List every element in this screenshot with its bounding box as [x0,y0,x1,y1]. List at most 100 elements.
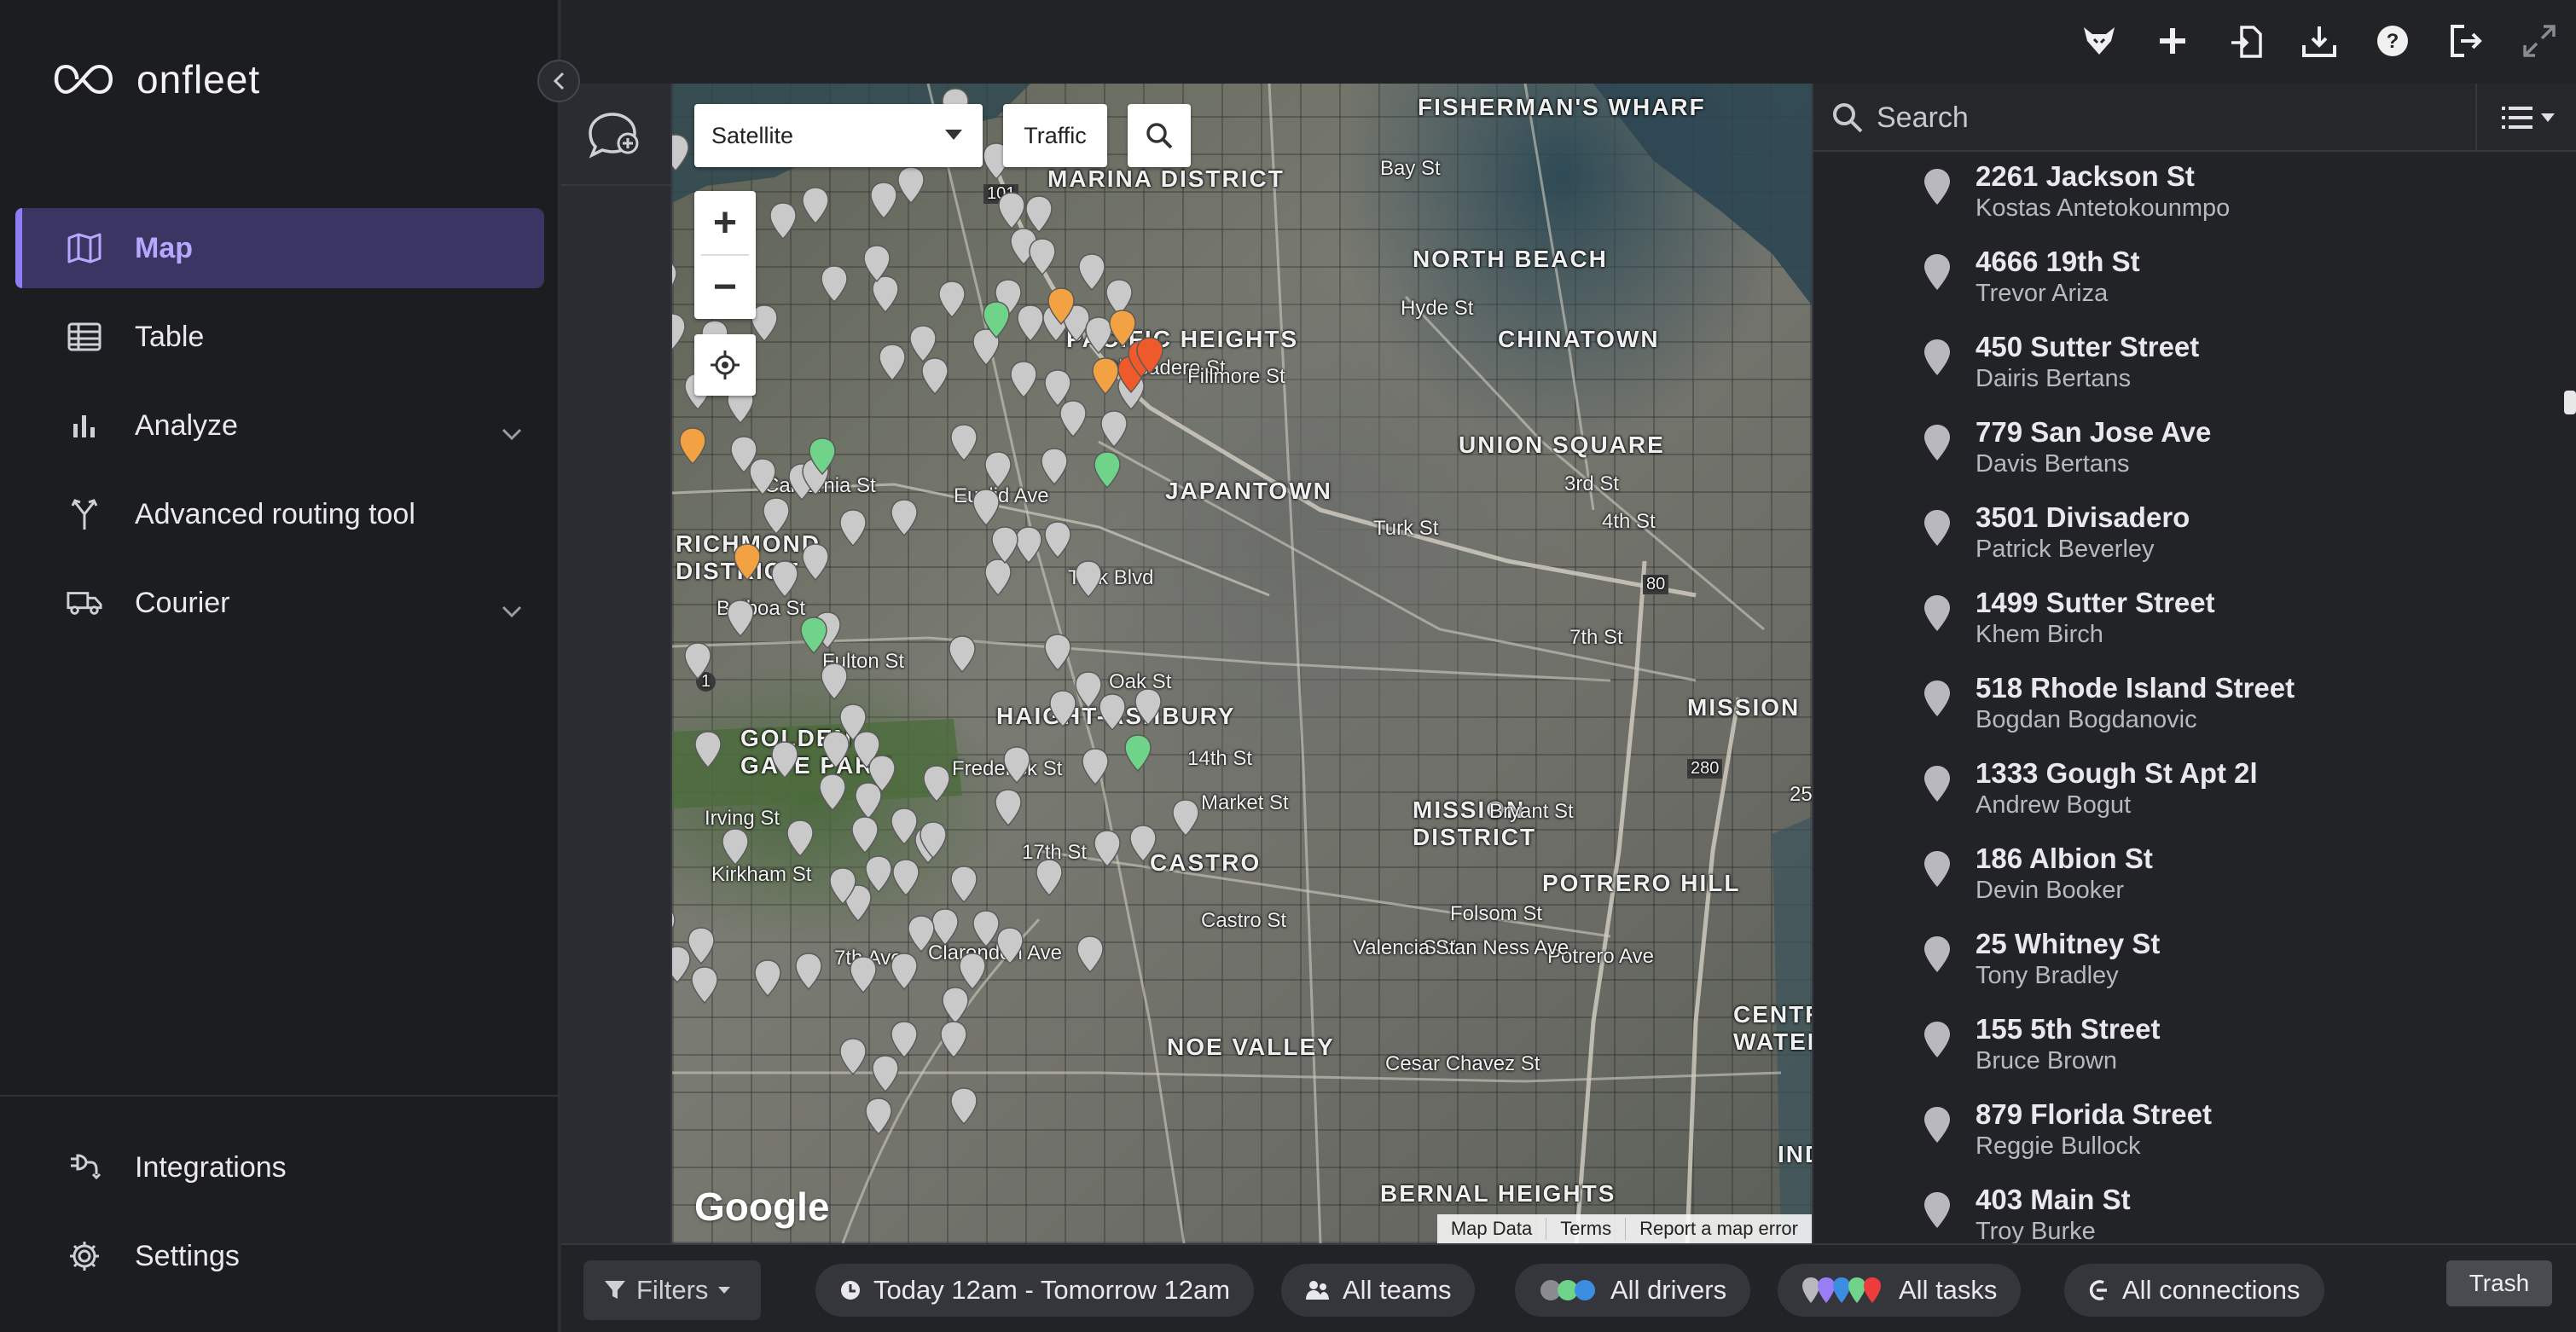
sidebar-collapse-button[interactable] [537,60,580,102]
map-task-pin[interactable] [754,959,781,998]
map-task-pin[interactable] [1044,521,1071,559]
map-task-pin[interactable] [850,956,877,994]
map-task-pin[interactable] [872,1055,899,1093]
map-task-pin[interactable] [749,458,776,496]
map-task-pin[interactable] [1044,634,1071,672]
my-location-button[interactable] [694,334,756,396]
map-task-pin[interactable] [1041,448,1068,486]
list-item[interactable]: 450 Sutter Street Dairis Bertans [1924,324,2521,409]
map-task-pin[interactable] [851,816,879,854]
list-item[interactable]: 1499 Sutter Street Khem Birch [1924,580,2521,665]
map-task-pin[interactable] [1017,304,1044,343]
map-task-pin[interactable] [727,599,754,638]
map-task-pin[interactable] [802,543,829,582]
map-task-pin[interactable] [1092,357,1119,396]
map-task-pin[interactable] [672,946,691,984]
map-task-pin[interactable] [722,828,749,866]
brand-logo[interactable]: onfleet [48,56,260,102]
map-task-pin[interactable] [865,1097,892,1136]
search-input[interactable] [1877,94,2457,142]
map-task-pin[interactable] [688,927,715,965]
map-task-pin[interactable] [921,357,949,396]
map-task-pin[interactable] [940,1021,967,1059]
map-task-pin[interactable] [694,731,722,769]
filters-button[interactable]: Filters [583,1260,761,1320]
map-task-pin[interactable] [972,910,1000,948]
map-task-pin[interactable] [795,953,822,991]
map-task-pin[interactable] [950,866,978,904]
map-task-pin[interactable] [959,953,986,991]
map-task-pin[interactable] [891,953,918,991]
traffic-toggle-button[interactable]: Traffic [1003,104,1107,167]
map-task-pin[interactable] [786,819,814,858]
map-task-pin[interactable] [821,663,848,701]
map-task-pin[interactable] [909,325,937,363]
map-task-pin[interactable] [1015,526,1042,565]
map-task-pin[interactable] [821,265,848,304]
map-task-pin[interactable] [984,451,1012,489]
nav-item-advanced-routing[interactable]: Advanced routing tool [15,474,544,554]
map-task-pin[interactable] [1076,935,1104,974]
map-task-pin[interactable] [950,424,978,462]
map-task-pin[interactable] [998,192,1025,230]
map-task-pin[interactable] [672,313,686,351]
map-task-pin[interactable] [855,782,882,820]
terms-link[interactable]: Terms [1546,1218,1625,1240]
map-task-pin[interactable] [984,559,1012,597]
map-type-select[interactable]: Satellite [694,104,983,167]
map-task-pin[interactable] [769,202,797,240]
teams-filter[interactable]: All teams [1281,1264,1476,1317]
time-range-filter[interactable]: Today 12am - Tomorrow 12am [815,1264,1255,1317]
map-task-pin[interactable] [897,166,925,205]
map-task-pin[interactable] [1134,688,1162,727]
fullscreen-icon[interactable] [2518,19,2561,63]
map-task-pin[interactable] [800,617,827,655]
list-item[interactable]: 186 Albion St Devin Booker [1924,836,2521,921]
plus-icon[interactable] [2151,19,2194,63]
list-item[interactable]: 403 Main St Troy Burke [1924,1177,2521,1243]
logout-icon[interactable] [2445,19,2487,63]
nav-item-integrations[interactable]: Integrations [15,1127,544,1207]
list-item[interactable]: 25 Whitney St Tony Bradley [1924,921,2521,1006]
zoom-in-button[interactable]: + [694,191,756,255]
drivers-filter[interactable]: All drivers [1515,1264,1751,1317]
fox-icon[interactable] [2078,19,2121,63]
import-icon[interactable] [2225,19,2267,63]
map-task-pin[interactable] [891,808,918,846]
nav-item-courier[interactable]: Courier [15,563,544,643]
map-task-pin[interactable] [1078,253,1105,292]
map-task-pin[interactable] [839,509,867,547]
map-task-pin[interactable] [931,908,959,947]
map-task-pin[interactable] [870,182,897,220]
map-search-button[interactable] [1128,104,1191,167]
scrollbar-thumb[interactable] [2564,391,2576,414]
nav-item-table[interactable]: Table [15,297,544,377]
map-task-pin[interactable] [672,907,676,943]
map-task-pin[interactable] [679,427,706,466]
map-view[interactable]: FISHERMAN'S WHARF MARINA DISTRICT NORTH … [672,84,1812,1243]
map-task-pin[interactable] [865,855,892,894]
list-item[interactable]: 2261 Jackson St Kostas Antetokounmpo [1924,153,2521,239]
map-task-pin[interactable] [802,187,829,225]
map-task-pin[interactable] [691,966,718,1005]
map-task-pin[interactable] [1003,746,1030,785]
map-task-pin[interactable] [950,1087,978,1126]
map-task-pin[interactable] [942,987,969,1025]
map-task-pin[interactable] [949,635,976,674]
map-task-pin[interactable] [1094,830,1121,868]
map-task-pin[interactable] [1044,369,1071,408]
nav-item-settings[interactable]: Settings [15,1216,544,1296]
map-task-pin[interactable] [819,773,846,812]
map-task-pin[interactable] [908,915,935,953]
map-task-pin[interactable] [822,731,850,769]
map-task-pin[interactable] [891,499,918,537]
map-task-pin[interactable] [1109,310,1136,348]
map-task-pin[interactable] [839,1038,867,1076]
map-task-pin[interactable] [991,526,1018,565]
map-task-pin[interactable] [1172,799,1199,837]
help-icon[interactable]: ? [2371,19,2414,63]
list-item[interactable]: 1333 Gough St Apt 2l Andrew Bogut [1924,750,2521,836]
map-task-pin[interactable] [672,134,689,172]
map-task-pin[interactable] [938,281,966,319]
list-item[interactable]: 3501 Divisadero Patrick Beverley [1924,495,2521,580]
